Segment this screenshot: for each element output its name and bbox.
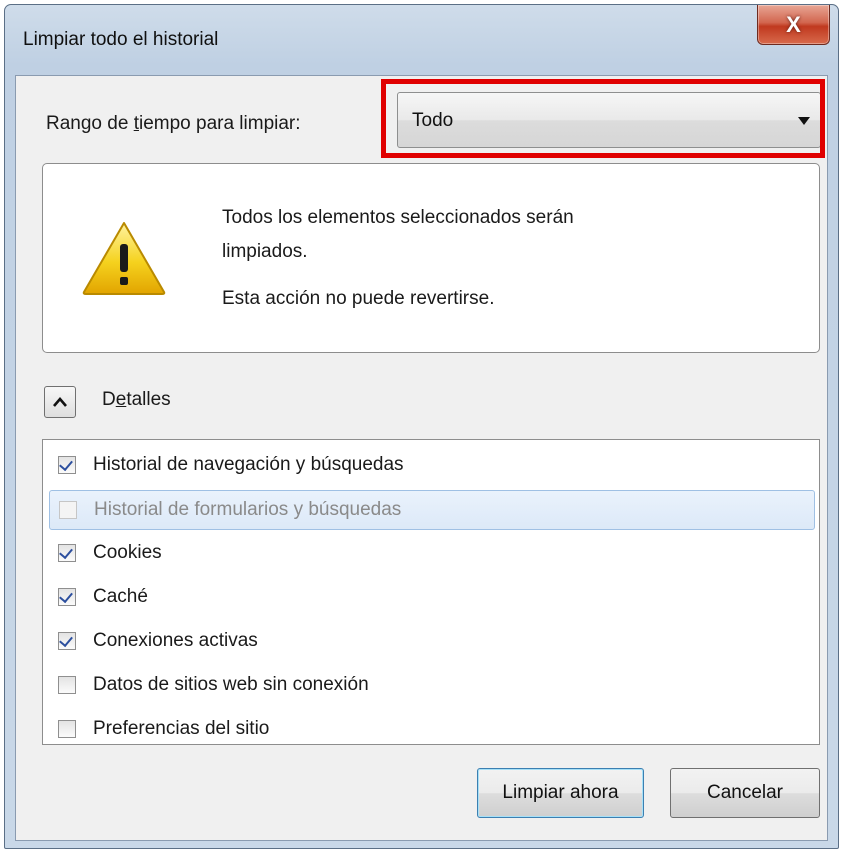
dialog-title: Limpiar todo el historial (23, 29, 219, 50)
warning-text-line2: limpiados. (222, 241, 308, 262)
close-button[interactable]: X (757, 5, 830, 45)
checkbox[interactable] (58, 720, 76, 738)
item-label: Conexiones activas (93, 630, 258, 651)
list-item-offline-data[interactable]: Datos de sitios web sin conexión (49, 666, 815, 706)
clear-history-dialog: Limpiar todo el historial X Rango de tie… (4, 4, 839, 849)
item-label: Datos de sitios web sin conexión (93, 674, 369, 695)
list-item-active-connections[interactable]: Conexiones activas (49, 622, 815, 662)
checkbox[interactable] (58, 544, 76, 562)
close-icon: X (786, 11, 801, 37)
highlight-box (381, 79, 825, 158)
list-item-form-history[interactable]: Historial de formularios y búsquedas (49, 490, 815, 530)
items-list: Historial de navegación y búsquedas Hist… (42, 439, 820, 745)
clear-now-button[interactable]: Limpiar ahora (477, 768, 644, 818)
list-item-cookies[interactable]: Cookies (49, 534, 815, 574)
chevron-up-icon (53, 397, 67, 407)
details-label[interactable]: Detalles (102, 389, 171, 411)
list-item-cache[interactable]: Caché (49, 578, 815, 618)
cancel-button[interactable]: Cancelar (670, 768, 820, 818)
warning-panel: Todos los elementos seleccionados serán … (42, 163, 820, 353)
warning-icon (82, 222, 166, 295)
item-label: Caché (93, 586, 148, 607)
item-label: Preferencias del sitio (93, 718, 270, 739)
list-item-site-preferences[interactable]: Preferencias del sitio (49, 710, 815, 750)
warning-text-line1: Todos los elementos seleccionados serán (222, 207, 574, 228)
item-label: Cookies (93, 542, 162, 563)
item-label: Historial de navegación y búsquedas (93, 454, 404, 475)
checkbox[interactable] (58, 676, 76, 694)
checkbox[interactable] (58, 588, 76, 606)
title-bar: Limpiar todo el historial X (5, 5, 838, 75)
checkbox[interactable] (59, 501, 77, 519)
item-label: Historial de formularios y búsquedas (94, 499, 402, 520)
time-range-label: Rango de tiempo para limpiar: (46, 113, 301, 134)
checkbox[interactable] (58, 456, 76, 474)
details-toggle-button[interactable] (44, 386, 76, 418)
warning-text-line3: Esta acción no puede revertirse. (222, 288, 495, 309)
list-item-browsing-history[interactable]: Historial de navegación y búsquedas (49, 446, 815, 486)
checkbox[interactable] (58, 632, 76, 650)
dialog-body: Rango de tiempo para limpiar: Todo Todos… (15, 75, 828, 841)
